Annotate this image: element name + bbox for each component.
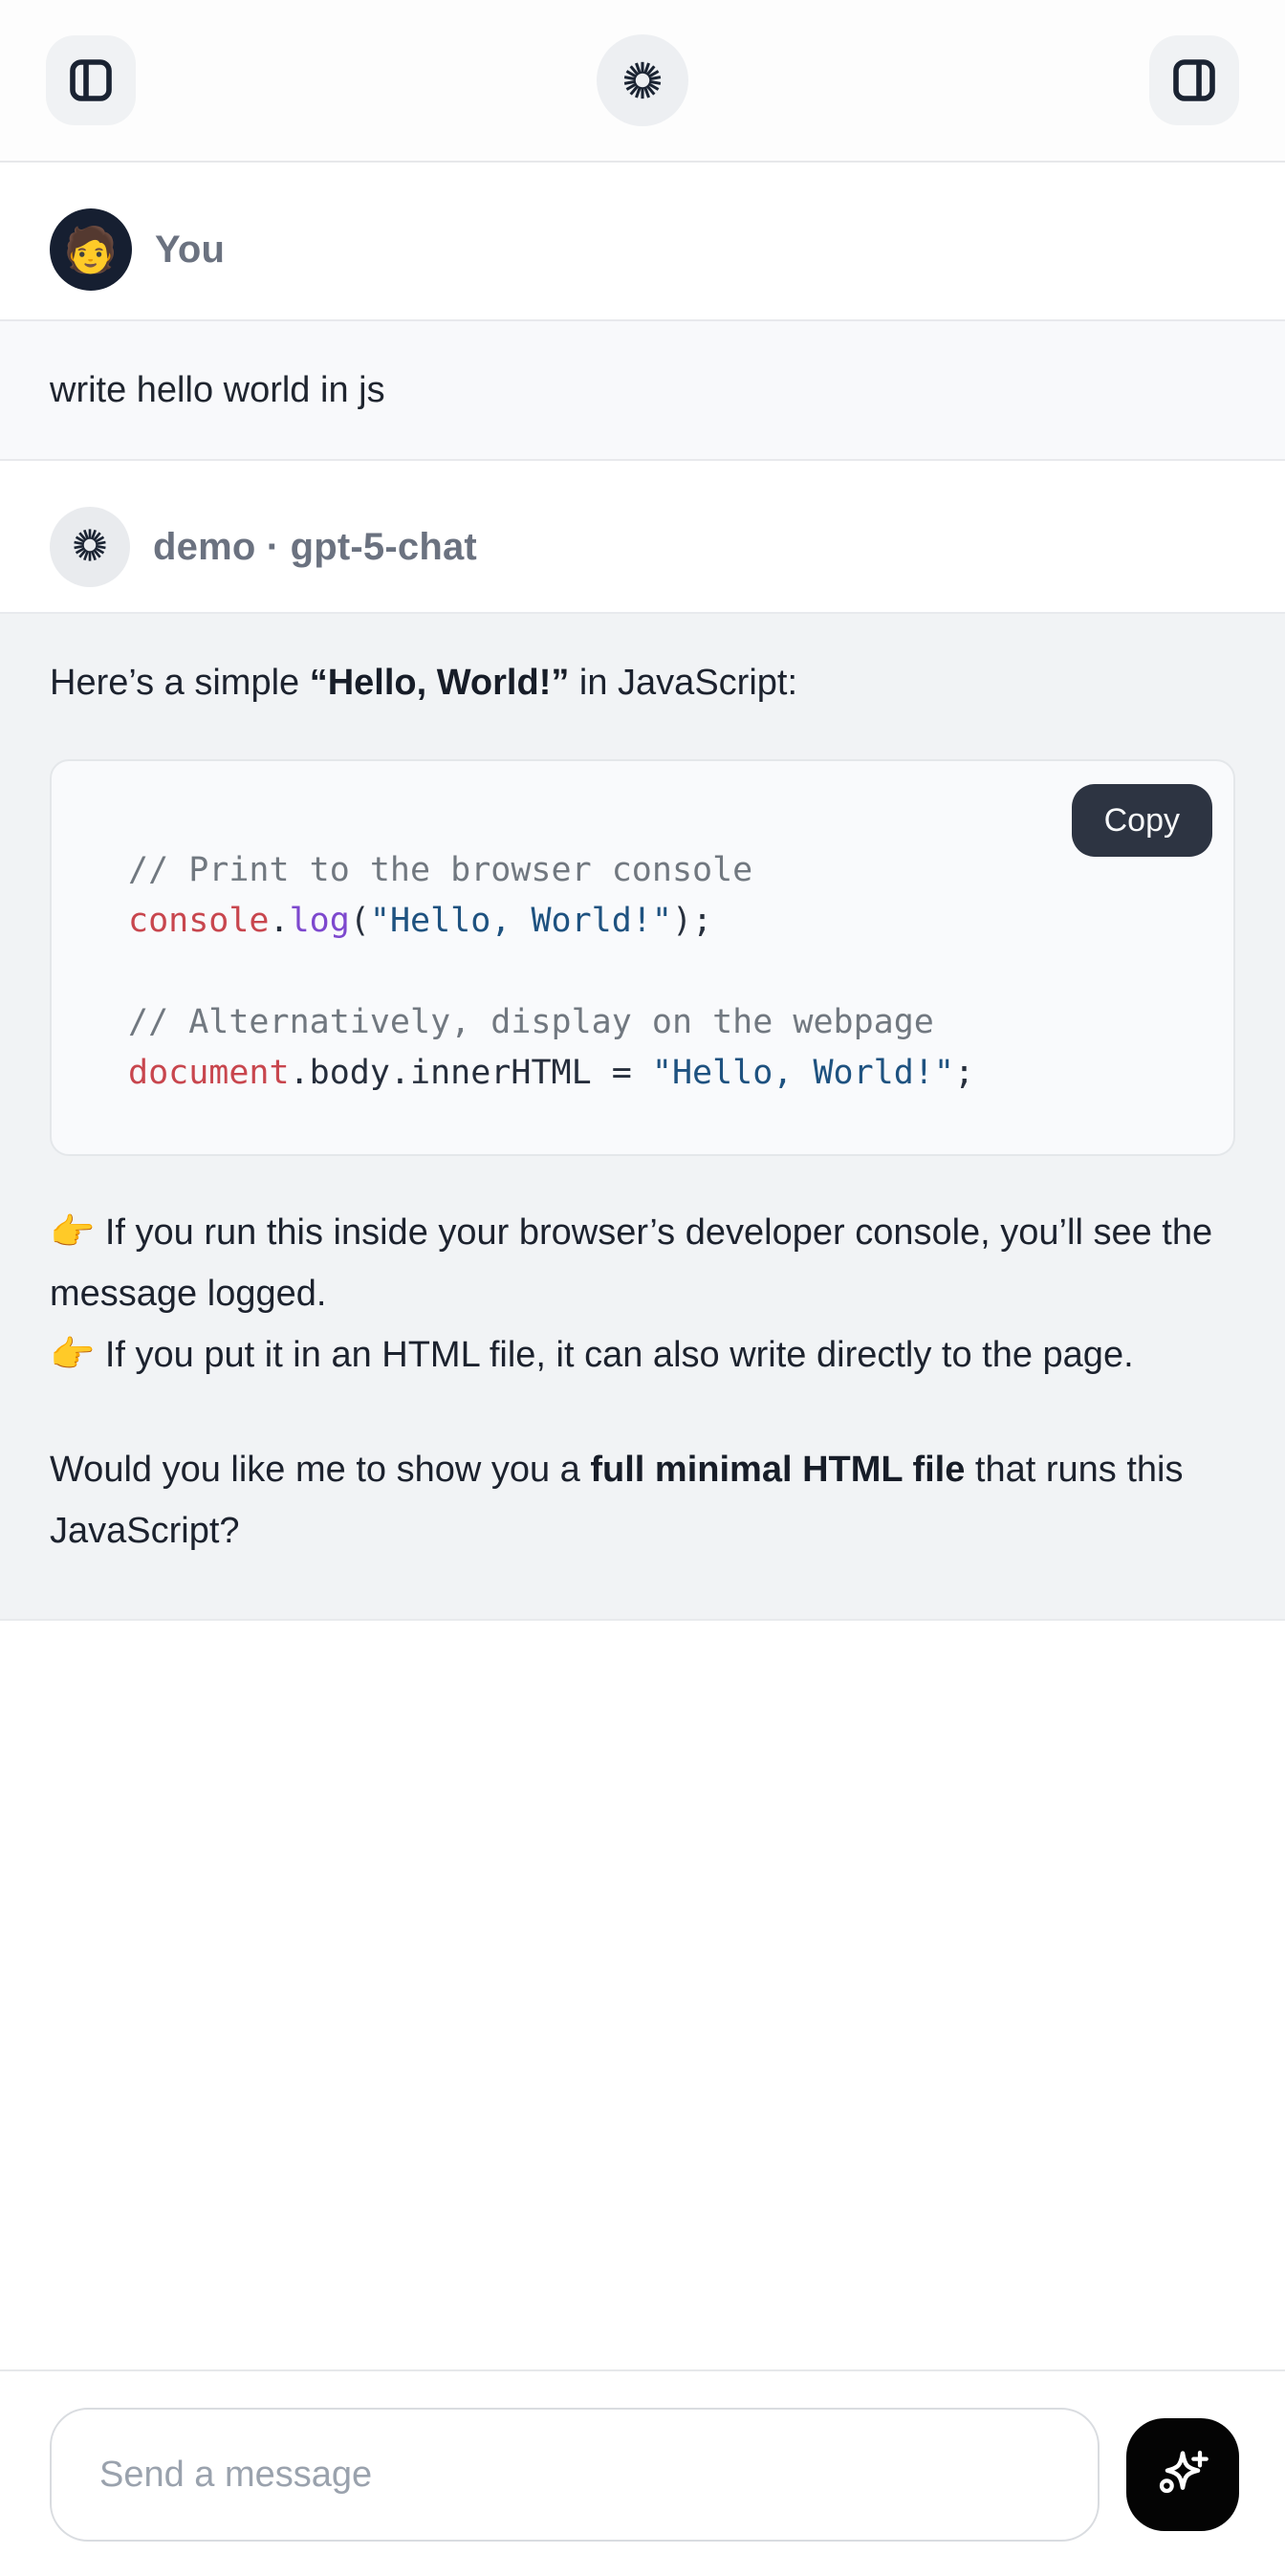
- copy-button[interactable]: Copy: [1072, 784, 1212, 857]
- starburst-icon: [621, 58, 664, 102]
- message-input[interactable]: [50, 2408, 1100, 2542]
- user-message: write hello world in js: [0, 319, 1285, 461]
- sparkle-icon: [1152, 2443, 1213, 2507]
- assistant-followup-text: Would you like me to show you a full min…: [50, 1439, 1235, 1561]
- composer: [0, 2369, 1285, 2576]
- code-block: Copy // Print to the browser consolecons…: [50, 759, 1235, 1156]
- app-logo-button[interactable]: [597, 34, 688, 126]
- assistant-avatar: [50, 507, 130, 587]
- assistant-model-label: demo · gpt-5-chat: [153, 526, 477, 569]
- user-turn-label: You: [155, 229, 225, 272]
- empty-chat-space: [0, 1621, 1285, 2369]
- send-button[interactable]: [1126, 2418, 1239, 2531]
- sidebar-right-icon: [1171, 57, 1217, 103]
- assistant-message: Here’s a simple “Hello, World!” in JavaS…: [0, 612, 1285, 1621]
- top-bar: [0, 0, 1285, 163]
- sidebar-toggle-button[interactable]: [46, 35, 136, 125]
- user-avatar: 🧑: [50, 208, 132, 291]
- assistant-turn-header: demo · gpt-5-chat: [0, 461, 1285, 612]
- assistant-notes-text: 👉 If you run this inside your browser’s …: [50, 1202, 1235, 1386]
- chat-app: 🧑 You write hello world in js demo · gpt…: [0, 0, 1285, 2576]
- right-panel-toggle-button[interactable]: [1149, 35, 1239, 125]
- assistant-intro-text: Here’s a simple “Hello, World!” in JavaS…: [50, 652, 1235, 713]
- sidebar-left-icon: [68, 57, 114, 103]
- code-content: // Print to the browser consoleconsole.l…: [52, 761, 1233, 1154]
- user-avatar-emoji: 🧑: [63, 228, 118, 272]
- starburst-icon: [71, 526, 109, 569]
- user-turn-header: 🧑 You: [0, 163, 1285, 319]
